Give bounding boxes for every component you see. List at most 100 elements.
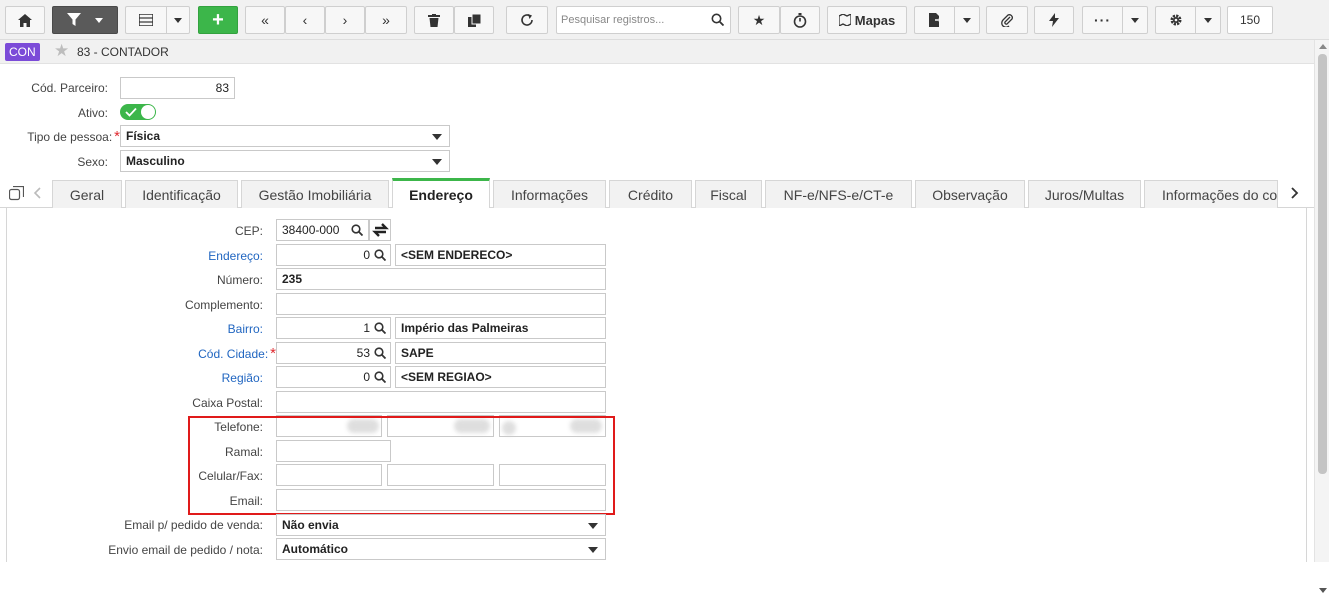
numero-field[interactable]: 235 xyxy=(276,268,606,290)
filter-button[interactable] xyxy=(52,6,118,34)
next-record-button[interactable]: › xyxy=(325,6,365,34)
tab-scroll-left-icon[interactable] xyxy=(33,187,41,199)
main-toolbar: + « ‹ › » ★ Mapas ··· 150 xyxy=(0,0,1329,40)
double-chevron-right-icon: » xyxy=(382,12,390,28)
search-icon[interactable] xyxy=(711,13,724,26)
complemento-field[interactable] xyxy=(276,293,606,315)
endereco-desc-field: <SEM ENDERECO> xyxy=(395,244,606,266)
settings-button[interactable] xyxy=(1155,6,1195,34)
document-button[interactable] xyxy=(914,6,954,34)
maps-label: Mapas xyxy=(854,12,896,28)
search-input[interactable] xyxy=(557,7,707,33)
chevron-down-icon xyxy=(963,17,971,23)
complemento-label: Complemento: xyxy=(184,298,263,312)
tab-fiscal[interactable]: Fiscal xyxy=(695,180,762,208)
tab-juros-multas[interactable]: Juros/Multas xyxy=(1028,180,1141,208)
favorite-star-icon[interactable]: ★ xyxy=(54,42,69,60)
tab-credito[interactable]: Crédito xyxy=(609,180,692,208)
ativo-toggle[interactable] xyxy=(120,104,156,120)
document-dropdown[interactable] xyxy=(954,6,980,34)
scroll-up-arrow-icon[interactable] xyxy=(1319,44,1327,49)
search-icon[interactable] xyxy=(374,347,386,359)
cep-value: 38400-000 xyxy=(282,223,340,237)
cidade-label[interactable]: Cód. Cidade: * xyxy=(0,345,276,362)
numero-value: 235 xyxy=(282,272,303,286)
chevron-down-icon xyxy=(1204,17,1212,23)
home-button[interactable] xyxy=(5,6,45,34)
tab-scroll-right-icon[interactable] xyxy=(1291,187,1299,199)
sexo-select[interactable]: Masculino xyxy=(120,150,450,172)
search-icon[interactable] xyxy=(374,322,386,334)
endereco-desc: <SEM ENDERECO> xyxy=(401,248,513,262)
first-record-button[interactable]: « xyxy=(245,6,285,34)
tab-observacao[interactable]: Observação xyxy=(915,180,1025,208)
cep-field[interactable]: 38400-000 xyxy=(276,219,369,241)
last-record-button[interactable]: » xyxy=(365,6,407,34)
favorite-button[interactable]: ★ xyxy=(738,6,780,34)
record-title-bar: CON ★ 83 - CONTADOR xyxy=(0,40,1314,64)
refresh-button[interactable] xyxy=(506,6,548,34)
trash-icon xyxy=(428,13,440,27)
email-pedido-value: Não envia xyxy=(282,518,339,532)
caixa-postal-field[interactable] xyxy=(276,391,606,413)
regiao-code-field[interactable]: 0 xyxy=(276,366,391,388)
email-pedido-select[interactable]: Não envia xyxy=(276,514,606,536)
scrollbar-thumb[interactable] xyxy=(1318,54,1327,474)
tab-informacoes[interactable]: Informações xyxy=(493,180,606,208)
home-icon xyxy=(18,13,32,27)
refresh-icon xyxy=(521,14,533,26)
actions-button[interactable] xyxy=(1034,6,1074,34)
delete-button[interactable] xyxy=(414,6,454,34)
copy-tabs-icon[interactable] xyxy=(9,186,24,201)
caixa-postal-label: Caixa Postal: xyxy=(192,396,263,410)
add-record-button[interactable]: + xyxy=(198,6,238,34)
filter-icon xyxy=(67,13,81,26)
check-icon xyxy=(125,107,137,117)
regiao-label[interactable]: Região: xyxy=(0,371,263,385)
search-icon[interactable] xyxy=(351,224,363,236)
tab-geral[interactable]: Geral xyxy=(52,180,122,208)
tab-identificacao[interactable]: Identificação xyxy=(125,180,238,208)
bairro-label[interactable]: Bairro: xyxy=(0,322,263,336)
search-icon[interactable] xyxy=(374,371,386,383)
regiao-code: 0 xyxy=(363,370,370,384)
grid-view-button[interactable] xyxy=(125,6,166,34)
tab-informacoes-do-contato[interactable]: Informações do co xyxy=(1144,180,1278,208)
highlight-box xyxy=(188,416,615,515)
plus-icon: + xyxy=(212,8,224,31)
more-options-dropdown[interactable] xyxy=(1122,6,1148,34)
numero-label: Número: xyxy=(216,273,263,287)
endereco-label[interactable]: Endereço: xyxy=(0,249,263,263)
search-icon[interactable] xyxy=(374,249,386,261)
settings-dropdown[interactable] xyxy=(1195,6,1221,34)
file-export-icon xyxy=(928,13,941,27)
bairro-desc: Império das Palmeiras xyxy=(401,321,529,335)
timer-button[interactable] xyxy=(780,6,820,34)
tab-endereco[interactable]: Endereço xyxy=(392,178,490,208)
cod-parceiro-field[interactable]: 83 xyxy=(120,77,235,99)
scroll-down-arrow-icon[interactable] xyxy=(1319,588,1327,593)
tab-bar: Geral Identificação Gestão Imobiliária E… xyxy=(0,178,1314,208)
maps-button[interactable]: Mapas xyxy=(827,6,907,34)
tab-gestao-imobiliaria[interactable]: Gestão Imobiliária xyxy=(241,180,389,208)
duplicate-button[interactable] xyxy=(454,6,494,34)
grid-view-dropdown[interactable] xyxy=(166,6,190,34)
paperclip-icon xyxy=(1000,14,1013,27)
cep-lookup-button[interactable] xyxy=(369,219,391,241)
tipo-pessoa-label: Tipo de pessoa: * xyxy=(0,128,120,145)
grid-icon xyxy=(139,14,153,26)
sexo-label: Sexo: xyxy=(77,155,108,169)
chevron-left-icon: ‹ xyxy=(302,12,308,28)
cidade-code-field[interactable]: 53 xyxy=(276,342,391,364)
tab-nfe[interactable]: NF-e/NFS-e/CT-e xyxy=(765,180,912,208)
vertical-scrollbar[interactable] xyxy=(1314,40,1329,593)
record-count[interactable]: 150 xyxy=(1227,6,1273,34)
more-options-button[interactable]: ··· xyxy=(1082,6,1122,34)
endereco-code-field[interactable]: 0 xyxy=(276,244,391,266)
tipo-pessoa-label-text: Tipo de pessoa: xyxy=(27,130,113,144)
attachment-button[interactable] xyxy=(986,6,1028,34)
previous-record-button[interactable]: ‹ xyxy=(285,6,325,34)
envio-email-select[interactable]: Automático xyxy=(276,538,606,560)
bairro-code-field[interactable]: 1 xyxy=(276,317,391,339)
tipo-pessoa-select[interactable]: Física xyxy=(120,125,450,147)
